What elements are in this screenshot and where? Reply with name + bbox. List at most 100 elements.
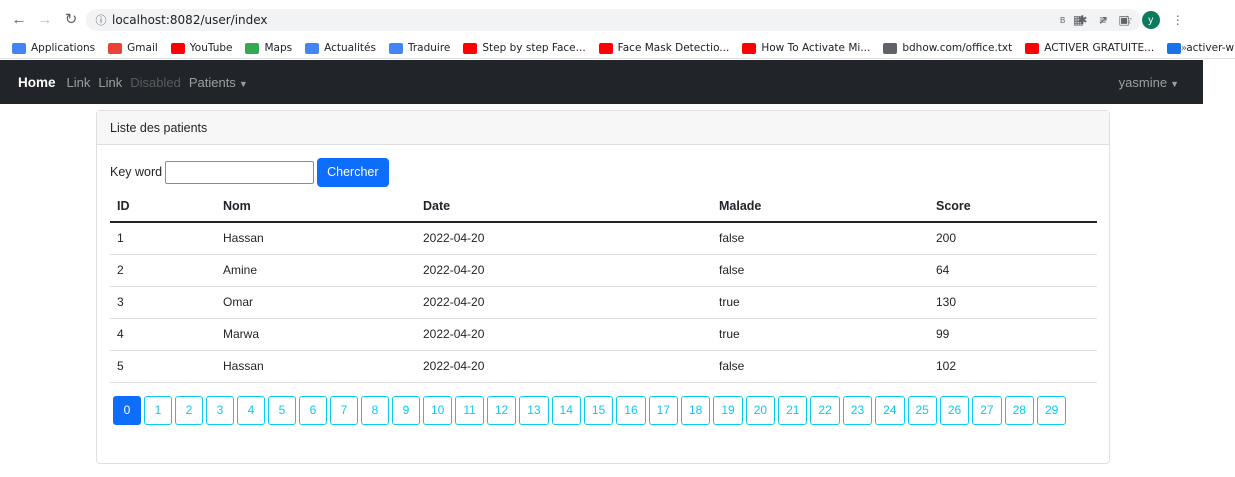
cell-score: 102 — [929, 350, 1097, 383]
bookmark-item[interactable]: ACTIVER GRATUITE... — [1025, 42, 1154, 54]
page-button[interactable]: 18 — [680, 395, 711, 425]
nav-patients-dropdown[interactable]: Patients ▼ — [189, 75, 248, 90]
back-arrow-icon[interactable]: ← — [6, 6, 32, 32]
page-button[interactable]: 19 — [713, 395, 743, 425]
bookmark-item[interactable]: Traduire — [388, 42, 451, 54]
bookmark-label: Step by step Face... — [482, 42, 586, 54]
page-button[interactable]: 13 — [519, 395, 549, 425]
bookmarks-overflow-icon[interactable]: » — [1181, 43, 1187, 54]
page-button[interactable]: 5 — [268, 395, 296, 425]
nav-link-2[interactable]: Link — [98, 75, 122, 90]
page-button[interactable]: 6 — [299, 395, 327, 425]
header-date: Date — [416, 191, 712, 223]
cell-malade: false — [712, 222, 929, 255]
page-button[interactable]: 8 — [361, 395, 389, 425]
header-score: Score — [929, 191, 1097, 223]
bookmark-item[interactable]: Gmail — [108, 42, 158, 54]
page-button[interactable]: 17 — [648, 395, 678, 425]
bookmark-label: Traduire — [407, 42, 451, 54]
cell-malade: false — [712, 254, 929, 287]
apps-grid-icon — [12, 42, 26, 54]
cell-nom: Hassan — [216, 222, 416, 255]
page-button[interactable]: 3 — [206, 395, 234, 425]
page-button[interactable]: 9 — [392, 395, 420, 425]
page-button[interactable]: 25 — [907, 395, 937, 425]
menu-kebab-icon[interactable]: ⋮ — [1172, 13, 1184, 27]
page-button[interactable]: 20 — [745, 395, 776, 425]
cell-nom: Hassan — [216, 350, 416, 383]
bookmark-item[interactable]: YouTube — [170, 42, 232, 54]
user-dropdown[interactable]: yasmine ▼ — [1119, 75, 1179, 90]
page-button[interactable]: 21 — [778, 395, 808, 425]
page-button[interactable]: 11 — [455, 395, 484, 425]
search-button[interactable]: Chercher — [317, 157, 389, 187]
page-button[interactable]: 27 — [972, 395, 1002, 425]
bookmark-item[interactable]: activer-windows — [1167, 42, 1235, 54]
page-button[interactable]: 12 — [486, 395, 517, 425]
extension-b-icon[interactable]: B — [1060, 16, 1065, 25]
bookmark-label: ACTIVER GRATUITE... — [1044, 42, 1155, 54]
header-malade: Malade — [712, 191, 929, 223]
bookmark-item[interactable]: Face Mask Detectio... — [598, 42, 729, 54]
bookmark-item[interactable]: Maps — [245, 42, 292, 54]
caret-down-icon: ▼ — [1170, 78, 1179, 89]
cell-nom: Amine — [216, 254, 416, 287]
profile-avatar[interactable]: y — [1141, 11, 1160, 29]
bookmark-label: activer-windows — [1186, 42, 1235, 54]
page-button[interactable]: 15 — [583, 395, 614, 425]
cell-id: 2 — [110, 254, 216, 287]
forward-arrow-icon[interactable]: → — [32, 6, 58, 32]
page-button[interactable]: 22 — [810, 395, 840, 425]
info-icon[interactable]: ⓘ — [90, 12, 112, 28]
nav-link-1[interactable]: Link — [67, 75, 91, 90]
bookmark-item[interactable]: Actualités — [305, 42, 376, 54]
page-button[interactable]: 23 — [842, 395, 873, 425]
extensions-puzzle-icon[interactable]: ✱ — [1077, 13, 1087, 27]
bookmark-item[interactable]: Step by step Face... — [463, 42, 586, 54]
keyword-label: Key word — [110, 165, 163, 179]
bookmark-label: Maps — [264, 42, 293, 54]
cell-date: 2022-04-20 — [416, 222, 712, 255]
page-button[interactable]: 28 — [1004, 395, 1034, 425]
table-row: 4 Marwa 2022-04-20 true 99 — [110, 318, 1097, 351]
bookmark-label: How To Activate Mi... — [761, 42, 871, 54]
cell-id: 1 — [110, 222, 216, 255]
address-bar[interactable]: ⓘ localhost:8082/user/index ▦ ↗ ☆ — [86, 9, 1141, 31]
url-text[interactable]: localhost:8082/user/index — [112, 13, 268, 27]
bookmark-item[interactable]: bdhow.com/office.txt — [883, 42, 1012, 54]
cell-id: 3 — [110, 286, 216, 319]
page-button[interactable]: 2 — [175, 395, 203, 425]
page-button[interactable]: 24 — [875, 395, 905, 425]
page-button[interactable]: 29 — [1036, 395, 1067, 425]
cell-date: 2022-04-20 — [416, 286, 712, 319]
nav-home-link[interactable]: Home — [18, 75, 56, 90]
page-button[interactable]: 10 — [423, 395, 453, 425]
bookmark-item[interactable]: Applications — [12, 42, 95, 54]
bookmark-item[interactable]: How To Activate Mi... — [742, 42, 870, 54]
browser-toolbar: ← → ↻ ⓘ localhost:8082/user/index ▦ ↗ ☆ … — [0, 0, 1235, 38]
page-button[interactable]: 0 — [113, 395, 141, 425]
pagination: 0 1 2 3 4 5 6 7 8 9 10 11 12 13 14 15 16 17 18 19 20 21 22 23 24… — [113, 395, 1093, 425]
cell-nom: Marwa — [216, 318, 416, 351]
page-button[interactable]: 4 — [237, 395, 265, 425]
table-row: 5 Hassan 2022-04-20 false 102 — [110, 350, 1097, 383]
page-button[interactable]: 16 — [616, 395, 646, 425]
page-button[interactable]: 1 — [144, 395, 172, 425]
patients-table: ID Nom Date Malade Score 1 Hassan 2022-04-… — [110, 191, 1097, 383]
page-button[interactable]: 26 — [939, 395, 970, 425]
page-button[interactable]: 7 — [330, 395, 358, 425]
cell-malade: true — [712, 286, 929, 319]
side-panel-icon[interactable]: ▣ — [1118, 13, 1129, 27]
keyword-input[interactable] — [165, 160, 315, 184]
nav-disabled-link: Disabled — [130, 74, 181, 90]
bookmark-label: Applications — [31, 42, 96, 54]
page-button[interactable]: 14 — [551, 395, 581, 425]
reading-list-icon[interactable]: ≡ — [1099, 13, 1106, 27]
cell-date: 2022-04-20 — [416, 318, 712, 351]
cell-date: 2022-04-20 — [416, 350, 712, 383]
patients-card: Liste des patients Key word Chercher ID … — [96, 110, 1110, 464]
bookmark-label: bdhow.com/office.txt — [902, 42, 1013, 54]
news-icon — [305, 42, 320, 54]
reload-icon[interactable]: ↻ — [58, 6, 84, 32]
app-navbar: Home Link Link Disabled Patients ▼ yasmin… — [0, 60, 1203, 104]
